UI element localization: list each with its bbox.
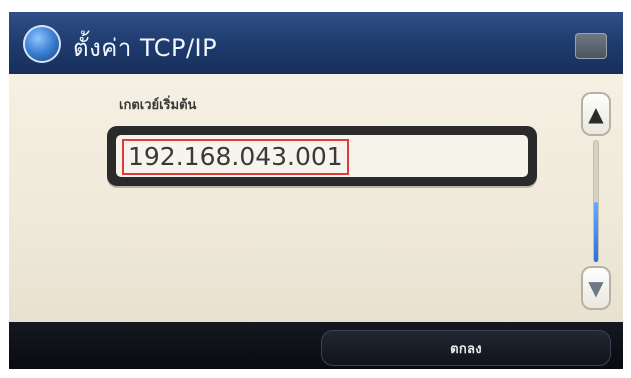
bottom-action-bar: ตกลง bbox=[9, 322, 623, 369]
default-gateway-label: เกตเวย์เริ่มต้น bbox=[119, 98, 197, 113]
up-arrow-icon: ▲ bbox=[588, 102, 604, 126]
scroll-down-button[interactable]: ▼ bbox=[581, 266, 611, 310]
screen-title: ตั้งค่า TCP/IP bbox=[73, 34, 218, 62]
scrollbar-thumb[interactable] bbox=[594, 202, 598, 262]
ok-button[interactable]: ตกลง bbox=[321, 330, 611, 366]
window-icon[interactable] bbox=[575, 33, 607, 59]
settings-panel: เกตเวย์เริ่มต้น 192.168.043.001 ▲ ▼ bbox=[9, 74, 623, 322]
blue-globe-icon bbox=[23, 25, 61, 63]
down-arrow-icon: ▼ bbox=[588, 276, 604, 300]
title-bar: ตั้งค่า TCP/IP bbox=[9, 12, 623, 74]
default-gateway-field[interactable]: 192.168.043.001 bbox=[107, 126, 537, 186]
ok-button-label: ตกลง bbox=[450, 341, 482, 357]
printer-touchscreen: ตั้งค่า TCP/IP เกตเวย์เริ่มต้น 192.168.0… bbox=[9, 12, 623, 369]
scroll-up-button[interactable]: ▲ bbox=[581, 92, 611, 136]
default-gateway-value[interactable]: 192.168.043.001 bbox=[122, 139, 349, 175]
device-photo-frame: ตั้งค่า TCP/IP เกตเวย์เริ่มต้น 192.168.0… bbox=[0, 0, 631, 378]
default-gateway-input[interactable]: 192.168.043.001 bbox=[116, 135, 528, 177]
